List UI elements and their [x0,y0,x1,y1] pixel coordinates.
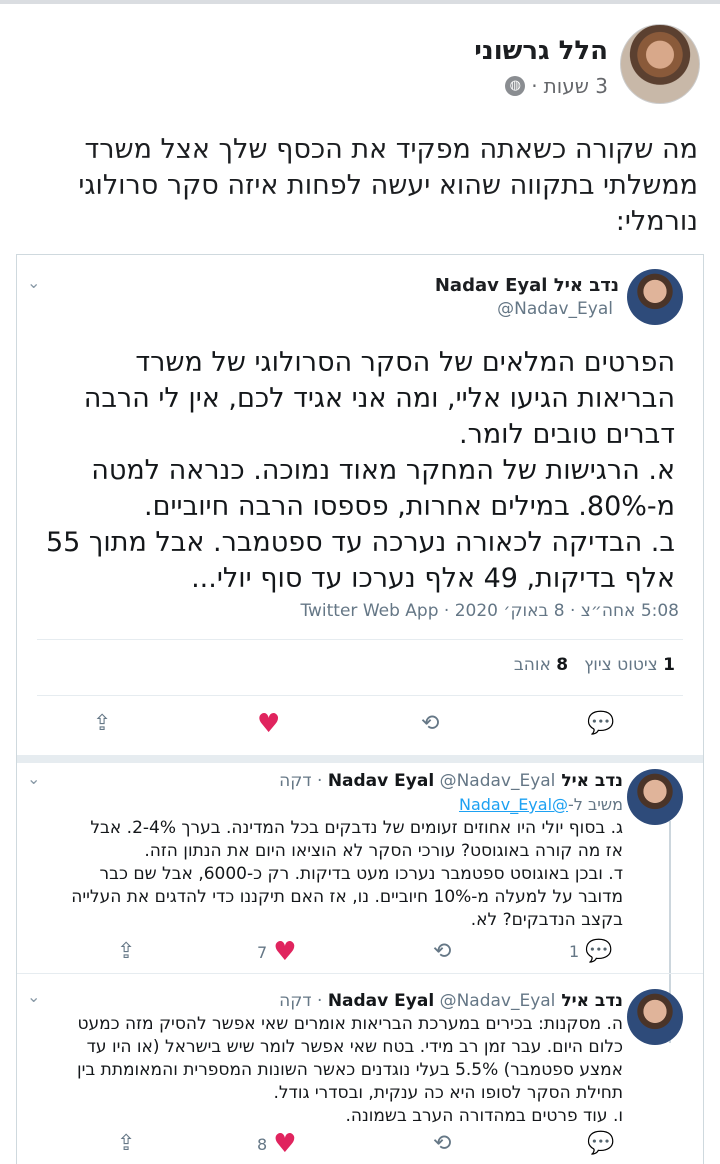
like-stat[interactable]: 8 אוהב [514,655,568,675]
like-count: 7 [257,942,268,962]
retweet-icon[interactable]: ⟲ [433,939,451,964]
retweet-stat[interactable]: 1 ציטוט ציוץ [584,655,675,675]
reply-handle[interactable]: @Nadav_Eyal [440,771,556,791]
reply-icon[interactable]: 💬 [587,1131,614,1156]
tweet-line: אלף בדיקות, 49 אלף נערכו עד סוף יולי... [191,563,675,594]
share-icon[interactable]: ⇪ [93,711,111,736]
like-action[interactable]: 7 ♥ [257,937,297,967]
globe-icon: ◍ [505,76,526,96]
heart-icon[interactable]: ♥ [257,709,280,739]
tweet-line: מ-80%. במילים אחרות, פספסו הרבה חיוביים. [144,491,675,522]
tweet-stats: 1 ציטוט ציוץ 8 אוהב [514,655,675,675]
tweet-screenshot: ⌄ נדב איל Nadav Eyal @Nadav_Eyal הפרטים … [16,254,704,1164]
retweet-icon[interactable]: ⟲ [433,1131,451,1156]
reply-text: ה. מסקנות: בכירים במערכת הבריאות אומרים … [41,1013,623,1128]
reply-time[interactable]: · דקה [279,991,322,1011]
reply-time[interactable]: · דקה [279,771,322,791]
reply-icon: 💬 [585,939,613,964]
author-avatar[interactable] [620,24,700,104]
reply-line: תחילת הסקר לסופו היא כה ענקית, ובסדרי גו… [273,1083,623,1103]
heart-icon: ♥ [273,937,297,967]
meta-separator: · [531,74,538,98]
replying-prefix: משיב ל- [568,795,623,814]
replying-to: משיב ל-@Nadav_Eyal [459,795,623,814]
reply-line: ד. ובכן באוגוסט ספטמבר נערכו מעט בדיקות.… [99,864,623,884]
divider [17,973,703,974]
reply-line: מדובר על למעלה מ-10% חיוביים. נו, אז האם… [71,887,623,907]
reply-line: ג. בסוף יולי היו אחוזים זעומים של נדבקים… [90,818,623,838]
divider [37,639,683,640]
chevron-down-icon[interactable]: ⌄ [27,273,40,292]
tweet-avatar[interactable] [627,269,683,325]
tweet-text: הפרטים המלאים של הסקר הסרולוגי של משרד ה… [46,345,675,597]
author-name[interactable]: הלל גרשוני [474,36,608,66]
tweet-line: א. הרגישות של המחקר מאוד נמוכה. כנראה למ… [91,455,675,486]
reply-text: ג. בסוף יולי היו אחוזים זעומים של נדבקים… [41,817,623,932]
reply-line: בקצב הנדבקים? לא. [470,910,623,930]
reply-line: ו. עוד פרטים במהדורה הערב בשמונה. [345,1106,623,1126]
replying-handle-link[interactable]: @Nadav_Eyal [459,795,568,814]
post-time[interactable]: 3 שעות [544,74,608,98]
reply-header: נדב איל Nadav Eyal @Nadav_Eyal · דקה [279,991,623,1011]
reply-handle[interactable]: @Nadav_Eyal [440,991,556,1011]
tweet-timestamp[interactable]: 5:08 אחה״צ · 8 באוק׳ 2020 · Twitter Web … [300,601,679,621]
reply-line: ה. מסקנות: בכירים במערכת הבריאות אומרים … [77,1014,623,1034]
like-count: 8 [257,1134,268,1154]
tweet-author-name[interactable]: נדב איל Nadav Eyal [435,275,619,296]
tweet-line: הפרטים המלאים של הסקר הסרולוגי של משרד [135,347,675,378]
tweet-author-handle[interactable]: @Nadav_Eyal [497,299,613,319]
reply-count: 1 [569,942,580,961]
post-meta: 3 שעות · ◍ [505,74,608,98]
reply-action[interactable]: 1 💬 [569,939,613,964]
tweet-line: הבריאות הגיעו אליי, ומה אני אגיד לכם, אי… [83,383,675,414]
post-text: מה שקורה כשאתה מפקיד את הכסף שלך אצל משר… [78,134,698,237]
tweet-line: דברים טובים לומר. [459,419,675,450]
chevron-down-icon[interactable]: ⌄ [27,987,40,1006]
section-divider [17,755,703,763]
tweet-line: ב. הבדיקה לכאורה נערכה עד ספטמבר. אבל מת… [45,527,675,558]
reply-avatar[interactable] [627,769,683,825]
top-divider [0,0,720,4]
share-icon[interactable]: ⇪ [117,939,135,964]
like-action[interactable]: 8 ♥ [257,1129,297,1159]
share-icon[interactable]: ⇪ [117,1131,135,1156]
heart-icon: ♥ [273,1129,297,1159]
reply-line: אז מה קורה באוגוסט? עורכי הסקר לא הוציאו… [144,841,623,861]
retweet-icon[interactable]: ⟲ [421,711,439,736]
reply-line: אמצע ספטמבר) 5.5% בעלי נוגדנים כאשר השונ… [76,1060,623,1080]
reply-header: נדב איל Nadav Eyal @Nadav_Eyal · דקה [279,771,623,791]
reply-icon[interactable]: 💬 [587,711,614,736]
chevron-down-icon[interactable]: ⌄ [27,769,40,788]
reply-line: כלום היום. עבר זמן רב מידי. בטח שאי אפשר… [86,1037,623,1057]
divider [37,695,683,696]
reply-avatar[interactable] [627,989,683,1045]
